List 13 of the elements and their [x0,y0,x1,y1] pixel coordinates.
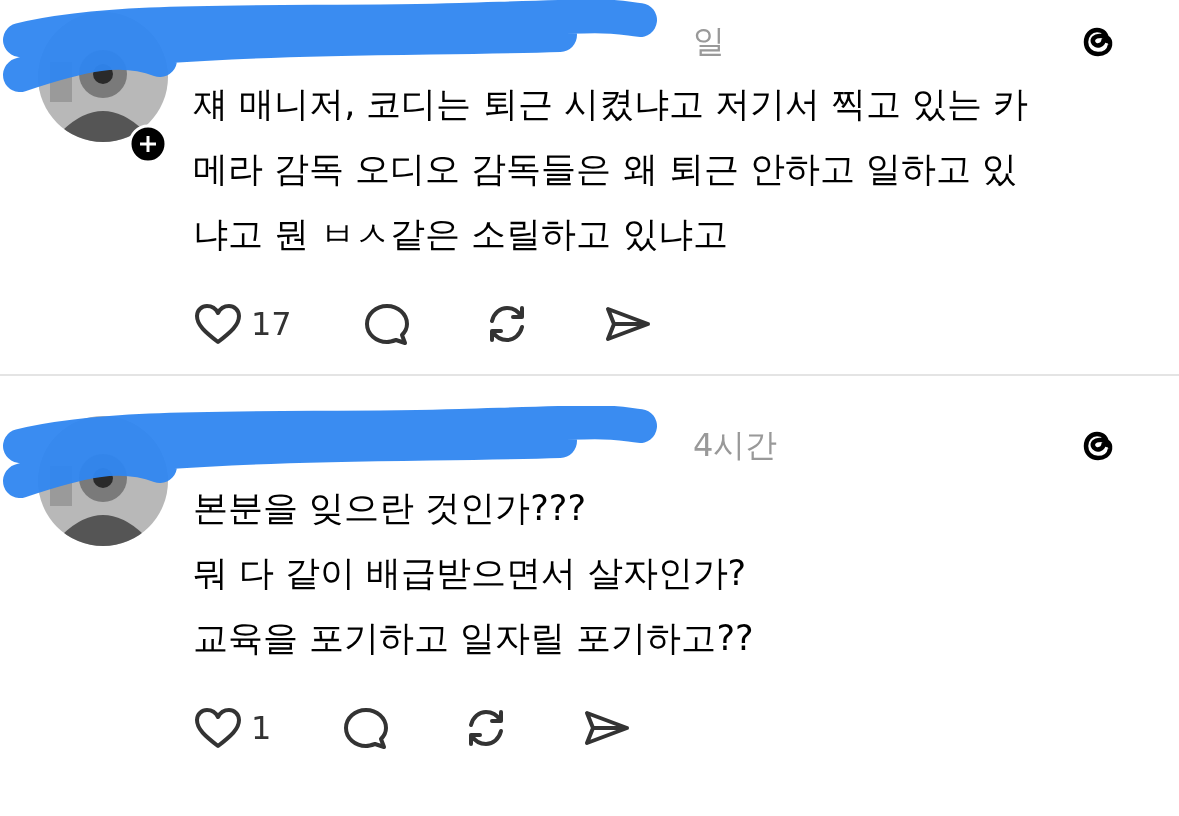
post-time: 4시간 [693,425,778,466]
comment-text-line: 메라 감독 오디오 감독들은 왜 퇴근 안하고 일하고 있 [193,148,1018,191]
like-count: 17 [251,305,292,343]
heart-icon[interactable] [193,705,243,751]
comment-text-line: 냐고 뭔 ㅂㅅ같은 소릴하고 있냐고 [193,213,729,256]
comment-text-line: 뭐 다 같이 배급받으면서 살자인가? [193,552,748,595]
post-time: 일 [693,21,725,62]
heart-icon[interactable] [193,301,243,347]
comment-text-line: 쟤 매니저, 코디는 퇴근 시켰냐고 저기서 찍고 있는 카 [193,83,1030,126]
comment-text-line: 본분을 잊으란 것인가??? [193,487,587,530]
comment-text-line: 교육을 포기하고 일자릴 포기하고?? [193,617,755,660]
plus-badge-icon[interactable] [128,124,168,164]
like-count: 1 [251,709,272,747]
